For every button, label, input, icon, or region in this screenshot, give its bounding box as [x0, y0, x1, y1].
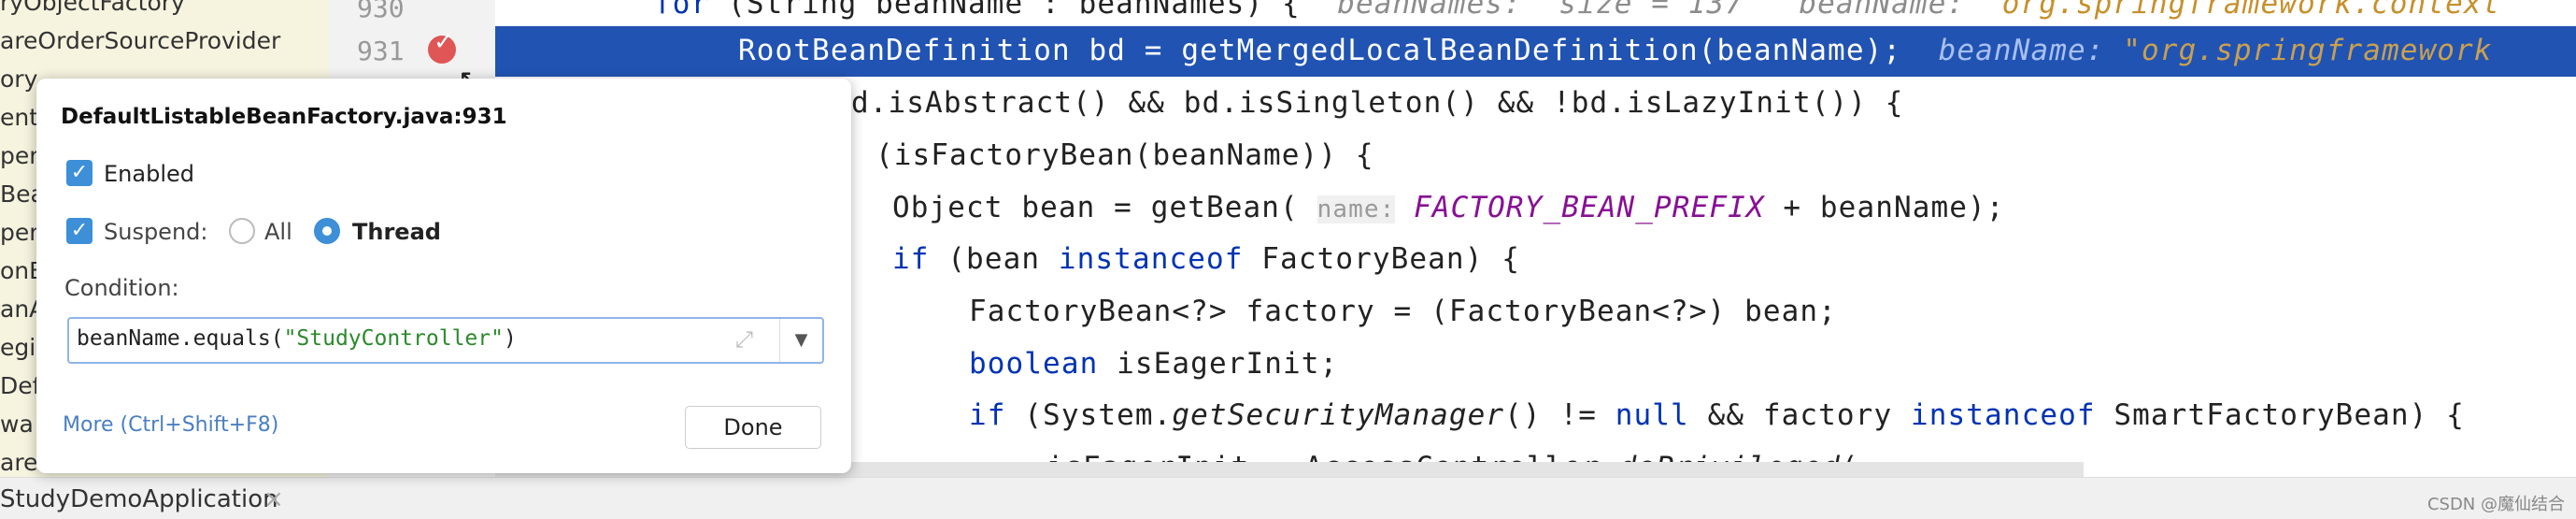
code-token: FACTORY_BEAN_PREFIX — [1414, 191, 1765, 224]
code-token: && factory — [1688, 398, 1911, 432]
radio-all[interactable] — [229, 218, 255, 244]
radio-thread-label: Thread — [352, 219, 441, 245]
code-token: "org.springframework.context — [1984, 0, 2501, 21]
code-line: RootBeanDefinition bd = getMergedLocalBe… — [738, 34, 2493, 67]
code-token: (System. — [1024, 398, 1173, 432]
code-token: beanNames: size = 137 beanName: — [1337, 0, 1984, 21]
tree-item[interactable]: areOrderSourceProvider — [0, 27, 280, 54]
radio-all-label: All — [264, 219, 292, 245]
code-token: SmartFactoryBean) { — [2095, 398, 2465, 432]
code-line: if (bean instanceof FactoryBean) { — [892, 242, 1520, 276]
code-line: for (String beanName : beanNames) { bean… — [654, 0, 2500, 21]
code-token: for — [654, 0, 729, 21]
code-token: (isFactoryBean(beanName)) { — [875, 138, 1374, 172]
code-token: () != — [1504, 398, 1615, 432]
code-token: isEagerInit; — [1098, 347, 1339, 381]
code-line: FactoryBean<?> factory = (FactoryBean<?>… — [969, 295, 1837, 328]
watermark: CSDN @魔仙结合 — [2427, 495, 2565, 514]
code-token: + beanName); — [1764, 191, 2005, 224]
code-line: d.isAbstract() && bd.isSingleton() && !b… — [851, 86, 1904, 120]
code-token: (bean — [947, 242, 1059, 276]
code-line: boolean isEagerInit; — [969, 347, 1338, 381]
code-token: if — [969, 398, 1025, 432]
condition-string: "StudyController" — [283, 326, 504, 351]
code-token: (String beanName : beanNames) { — [728, 0, 1338, 21]
tree-item[interactable]: wa — [0, 411, 34, 438]
enabled-checkbox[interactable]: ✓ — [66, 160, 93, 186]
popup-title: DefaultListableBeanFactory.java:931 — [61, 105, 507, 129]
code-token: FactoryBean) { — [1243, 242, 1520, 276]
enabled-label: Enabled — [104, 161, 194, 187]
suspend-label: Suspend: — [104, 219, 208, 245]
run-toolbar: StudyDemoApplication × CSDN @魔仙结合 — [0, 477, 2576, 519]
code-token: boolean — [969, 347, 1099, 381]
more-link[interactable]: More (Ctrl+Shift+F8) — [63, 413, 278, 437]
code-line: (isFactoryBean(beanName)) { — [875, 138, 1374, 172]
code-line: if (System.getSecurityManager() != null … — [969, 398, 2465, 432]
code-token: instanceof — [1058, 242, 1244, 276]
code-token: beanName: — [1938, 34, 2124, 67]
code-token: if — [892, 242, 948, 276]
close-icon[interactable]: × — [263, 485, 284, 513]
suspend-checkbox[interactable]: ✓ — [66, 218, 93, 244]
line-number: 930 — [357, 0, 405, 23]
condition-code: beanName.equals( — [77, 326, 284, 351]
breakpoint-check-icon: ✓ — [434, 28, 454, 56]
tree-item[interactable]: ryObjectFactory — [0, 0, 185, 16]
done-button[interactable]: Done — [685, 406, 821, 449]
code-token: RootBeanDefinition bd = getMergedLocalBe… — [738, 34, 1939, 67]
run-tab[interactable]: StudyDemoApplication — [0, 485, 278, 513]
condition-input[interactable]: beanName.equals("StudyController") ⤢ ▼ — [67, 317, 824, 364]
tree-item[interactable]: are — [0, 449, 37, 476]
line-number: 931 — [357, 36, 405, 66]
expand-icon[interactable]: ⤢ — [735, 326, 753, 353]
tree-item[interactable]: egi — [0, 334, 36, 361]
condition-code-end: ) — [503, 326, 517, 351]
radio-thread[interactable] — [314, 218, 340, 244]
chevron-down-icon[interactable]: ▼ — [779, 319, 822, 362]
code-token: getSecurityManager — [1172, 398, 1505, 432]
code-token: Object bean = getBean( — [892, 191, 1317, 224]
breakpoint-popup: DefaultListableBeanFactory.java:931 ✓ En… — [36, 79, 851, 473]
code-token: null — [1615, 398, 1689, 432]
code-token: d.isAbstract() && bd.isSingleton() && !b… — [851, 86, 1904, 120]
code-token: FactoryBean<?> factory = (FactoryBean<?>… — [969, 295, 1837, 328]
code-token: "org.springframework — [2123, 34, 2493, 67]
code-line: Object bean = getBean( name: FACTORY_BEA… — [892, 191, 2005, 224]
condition-label: Condition: — [64, 275, 179, 301]
code-token: instanceof — [1910, 398, 2096, 432]
code-token: name: — [1316, 195, 1396, 223]
tree-item[interactable]: ory — [0, 65, 37, 93]
